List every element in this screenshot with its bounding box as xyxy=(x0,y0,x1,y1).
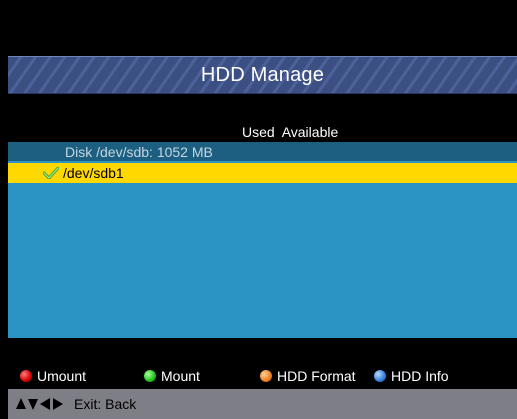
exit-back-label: Exit: Back xyxy=(74,396,137,412)
mount-label: Mount xyxy=(161,368,200,384)
page-title: HDD Manage xyxy=(200,63,325,86)
umount-label: Umount xyxy=(37,368,87,384)
mount-button[interactable]: Mount xyxy=(144,368,200,384)
color-key-bar: Umount Mount HDD Format HDD Info xyxy=(8,364,517,388)
umount-button[interactable]: Umount xyxy=(20,368,86,384)
hdd-format-label: HDD Format xyxy=(277,368,356,384)
orange-button-icon xyxy=(260,370,272,382)
navigation-arrows-icon xyxy=(16,397,64,411)
partition-row-selected[interactable]: /dev/sdb1 xyxy=(8,163,517,183)
disk-row: Disk /dev/sdb: 1052 MB xyxy=(8,142,517,161)
hdd-info-button[interactable]: HDD Info xyxy=(374,368,449,384)
nav-bar: Exit: Back xyxy=(8,389,517,419)
column-headers: Used Available xyxy=(242,124,339,140)
blue-button-icon xyxy=(374,370,386,382)
red-button-icon xyxy=(20,370,32,382)
title-bar: HDD Manage xyxy=(8,56,517,94)
partition-list: Disk /dev/sdb: 1052 MB /dev/sdb1 xyxy=(8,142,517,338)
checkmark-icon xyxy=(43,167,59,179)
hdd-format-button[interactable]: HDD Format xyxy=(260,368,356,384)
disk-label: Disk /dev/sdb: 1052 MB xyxy=(65,143,213,160)
partition-label: /dev/sdb1 xyxy=(63,165,124,181)
green-button-icon xyxy=(144,370,156,382)
hdd-info-label: HDD Info xyxy=(391,368,449,384)
